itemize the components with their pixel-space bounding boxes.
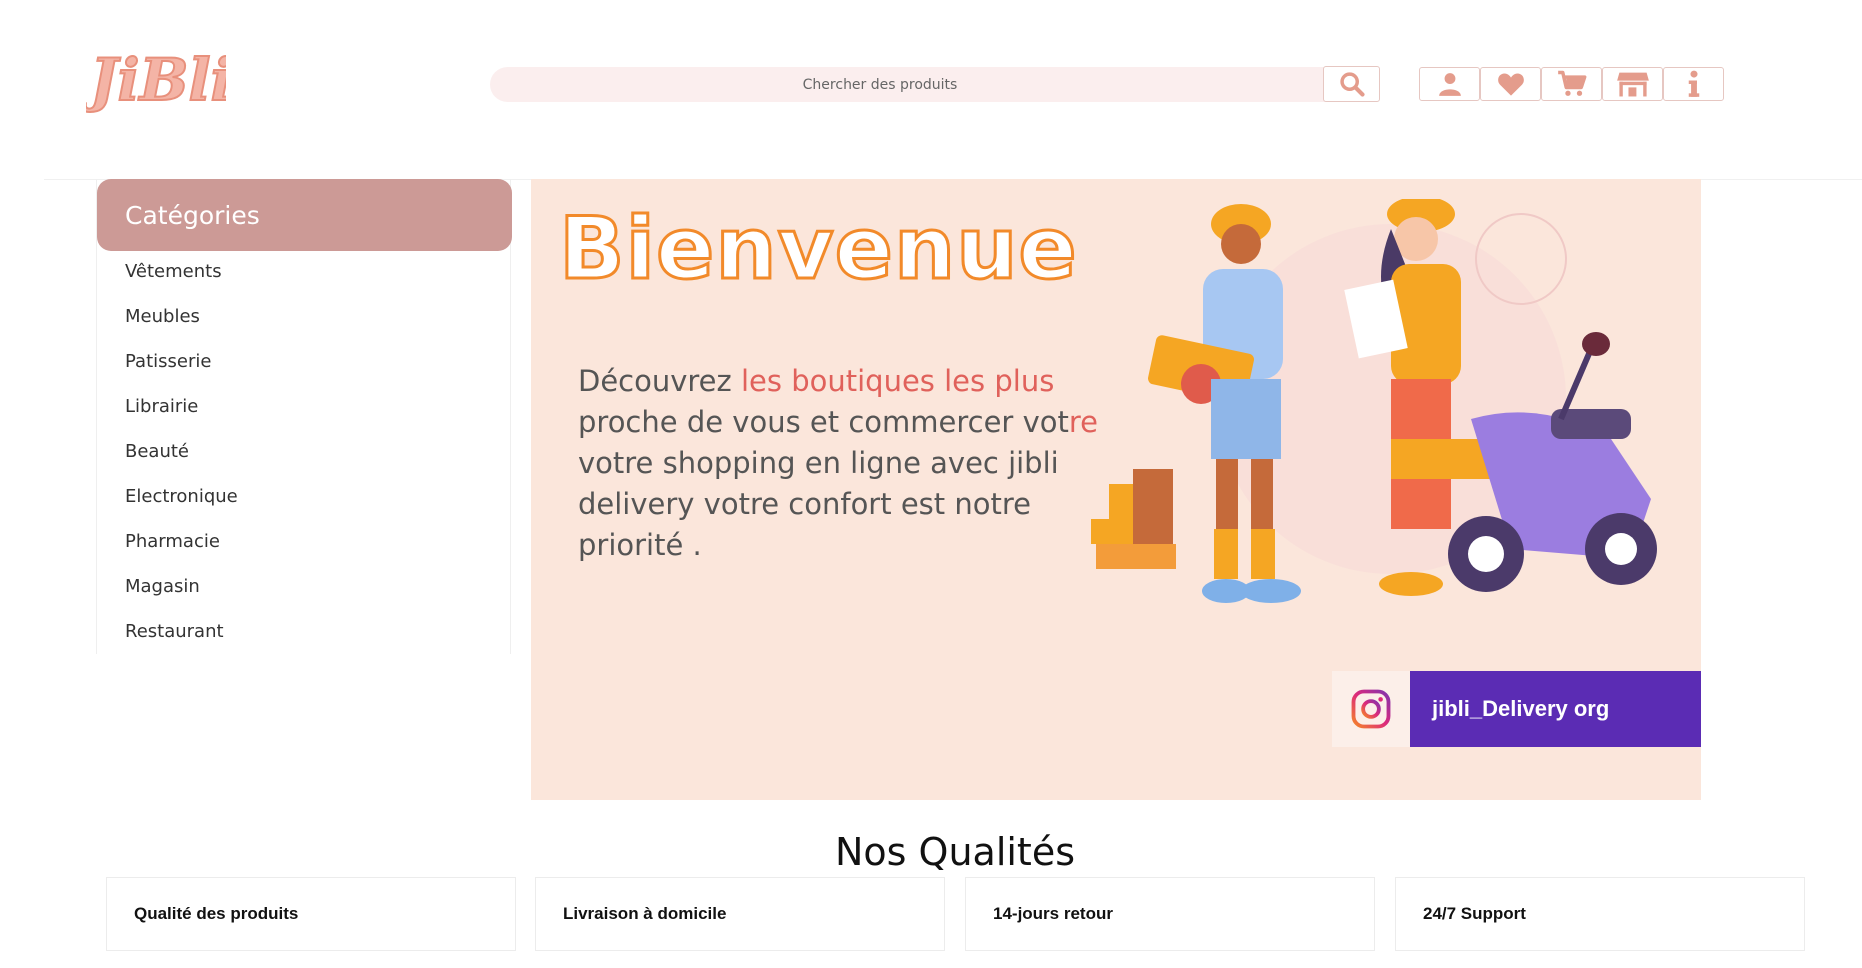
instagram-icon xyxy=(1351,689,1391,729)
store-button[interactable] xyxy=(1602,67,1663,101)
sidebar-item-patisserie[interactable]: Patisserie xyxy=(125,351,211,372)
sidebar-item-electronique[interactable]: Electronique xyxy=(125,486,238,507)
search-placeholder: Chercher des produits xyxy=(802,76,958,93)
instagram-handle: jibli_Delivery org xyxy=(1410,671,1701,747)
sidebar-item-librairie[interactable]: Librairie xyxy=(125,396,198,417)
instagram-icon-box xyxy=(1332,671,1410,747)
search-button[interactable] xyxy=(1323,66,1380,102)
sidebar-item-meubles[interactable]: Meubles xyxy=(125,306,200,327)
quality-card-returns: 14-jours retour xyxy=(965,877,1375,951)
sidebar-item-pharmacie[interactable]: Pharmacie xyxy=(125,531,220,552)
account-button[interactable] xyxy=(1419,67,1480,101)
sidebar-item-vetements[interactable]: Vêtements xyxy=(125,261,222,282)
quality-card-products: Qualité des produits xyxy=(106,877,516,951)
svg-text:JiBli: JiBli xyxy=(86,46,226,114)
sidebar-item-restaurant[interactable]: Restaurant xyxy=(125,621,224,642)
cart-button[interactable] xyxy=(1541,67,1602,101)
user-icon xyxy=(1438,73,1461,96)
sidebar-item-beaute[interactable]: Beauté xyxy=(125,441,189,462)
search-input[interactable]: Chercher des produits xyxy=(490,67,1380,102)
search-icon xyxy=(1339,72,1365,97)
banner-description: Découvrez les boutiques les plus proche … xyxy=(578,364,1098,562)
wishlist-button[interactable] xyxy=(1480,67,1541,101)
info-button[interactable] xyxy=(1663,67,1724,101)
sidebar-item-magasin[interactable]: Magasin xyxy=(125,576,200,597)
instagram-link[interactable]: jibli_Delivery org xyxy=(1332,671,1701,747)
quality-card-support: 24/7 Support xyxy=(1395,877,1805,951)
categories-sidebar: Catégories Vêtements Meubles Patisserie … xyxy=(96,179,512,654)
site-logo[interactable]: JiBli xyxy=(79,42,234,120)
quality-card-delivery: Livraison à domicile xyxy=(535,877,945,951)
cart-icon xyxy=(1557,70,1586,96)
qualities-title: Nos Qualités xyxy=(834,830,1076,874)
categories-title: Catégories xyxy=(97,179,512,251)
store-icon xyxy=(1616,72,1649,97)
heart-icon xyxy=(1497,73,1524,96)
info-icon xyxy=(1688,70,1699,97)
banner-illustration xyxy=(1091,199,1657,603)
welcome-banner: Bienvenue Découvrez les boutiques les pl… xyxy=(531,179,1701,800)
banner-title: Bienvenue xyxy=(558,198,1079,301)
